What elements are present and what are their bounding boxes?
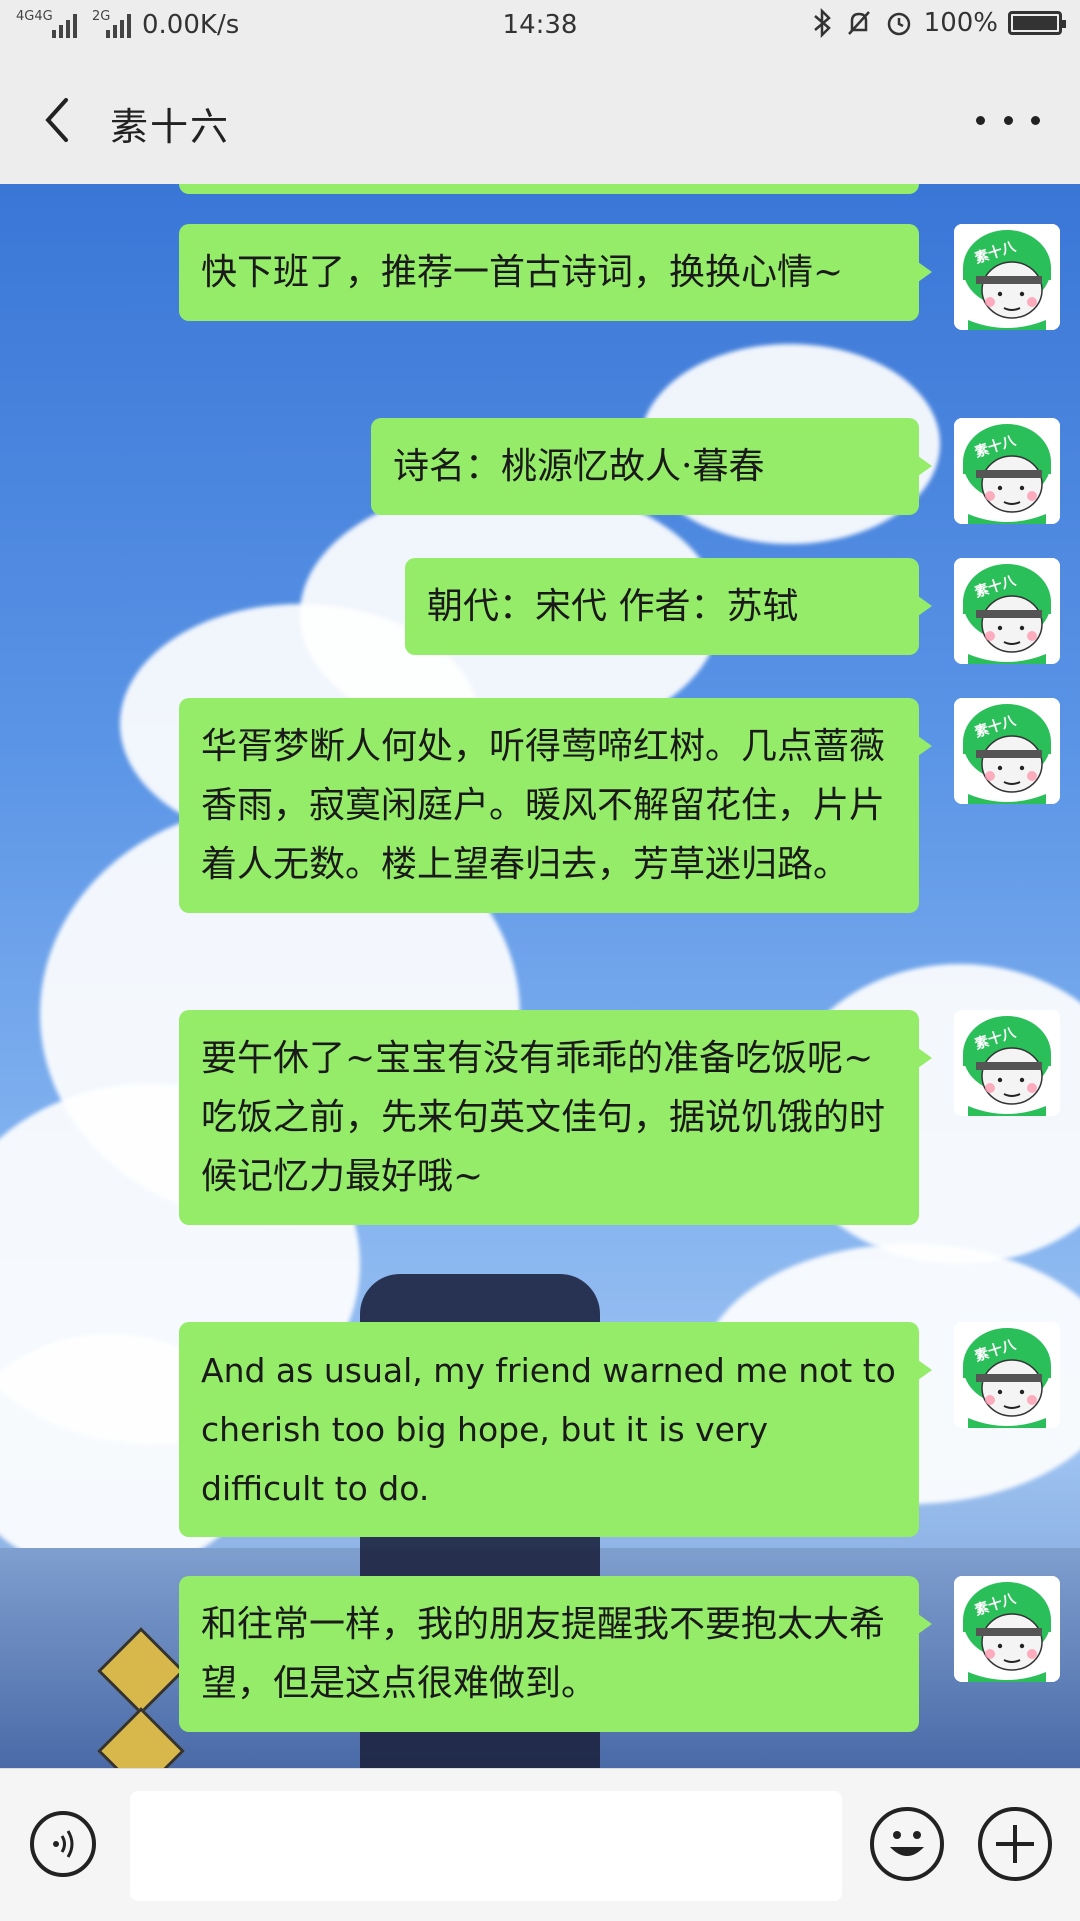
- avatar[interactable]: 素十八: [954, 224, 1060, 330]
- avatar[interactable]: 素十八: [954, 1010, 1060, 1116]
- message-bubble[interactable]: 华胥梦断人何处，听得莺啼红树。几点蔷薇香雨，寂寞闲庭户。暖风不解留花住，片片着人…: [179, 698, 932, 913]
- chat-title: 素十六: [110, 105, 231, 149]
- message-bubble[interactable]: 快下班了，推荐一首古诗词，换换心情~: [179, 224, 932, 321]
- status-bar: 4G4G 2G 0.00K/s 14:38 100%: [0, 0, 1080, 52]
- chat-header: 素十六: [0, 52, 1080, 184]
- battery-icon: [1008, 11, 1066, 35]
- message-bubble[interactable]: And as usual, my friend warned me not to…: [179, 1322, 932, 1537]
- avatar[interactable]: 素十八: [954, 1322, 1060, 1428]
- message-bubble[interactable]: 朝代：宋代 作者：苏轼: [405, 558, 932, 655]
- plus-icon[interactable]: [978, 1807, 1052, 1881]
- back-arrow-icon[interactable]: [36, 94, 84, 146]
- message-bubble[interactable]: 诗名：桃源忆故人·暮春: [371, 418, 932, 515]
- alarm-icon: [887, 12, 910, 36]
- message-bubble[interactable]: 和往常一样，我的朋友提醒我不要抱太大希望，但是这点很难做到。: [179, 1576, 932, 1732]
- avatar[interactable]: 素十八: [954, 698, 1060, 804]
- composer-bar: [0, 1768, 1080, 1921]
- avatar[interactable]: 素十八: [954, 1576, 1060, 1682]
- voice-icon[interactable]: [30, 1811, 96, 1877]
- message-bubble-partial: [179, 184, 919, 194]
- mute-bell-icon: [847, 11, 870, 35]
- avatar[interactable]: 素十八: [954, 558, 1060, 664]
- battery-percent: 100%: [923, 8, 998, 38]
- avatar[interactable]: 素十八: [954, 418, 1060, 524]
- message-bubble[interactable]: 要午休了~宝宝有没有乖乖的准备吃饭呢~吃饭之前，先来句英文佳句，据说饥饿的时候记…: [179, 1010, 932, 1225]
- chat-history[interactable]: 快下班了，推荐一首古诗词，换换心情~ 诗名：桃源忆故人·暮春 朝代：宋代 作者：…: [0, 184, 1080, 1768]
- message-input[interactable]: [130, 1791, 842, 1901]
- more-options-icon[interactable]: [976, 112, 1040, 128]
- emoji-icon[interactable]: [870, 1807, 944, 1881]
- bluetooth-icon: [813, 8, 831, 38]
